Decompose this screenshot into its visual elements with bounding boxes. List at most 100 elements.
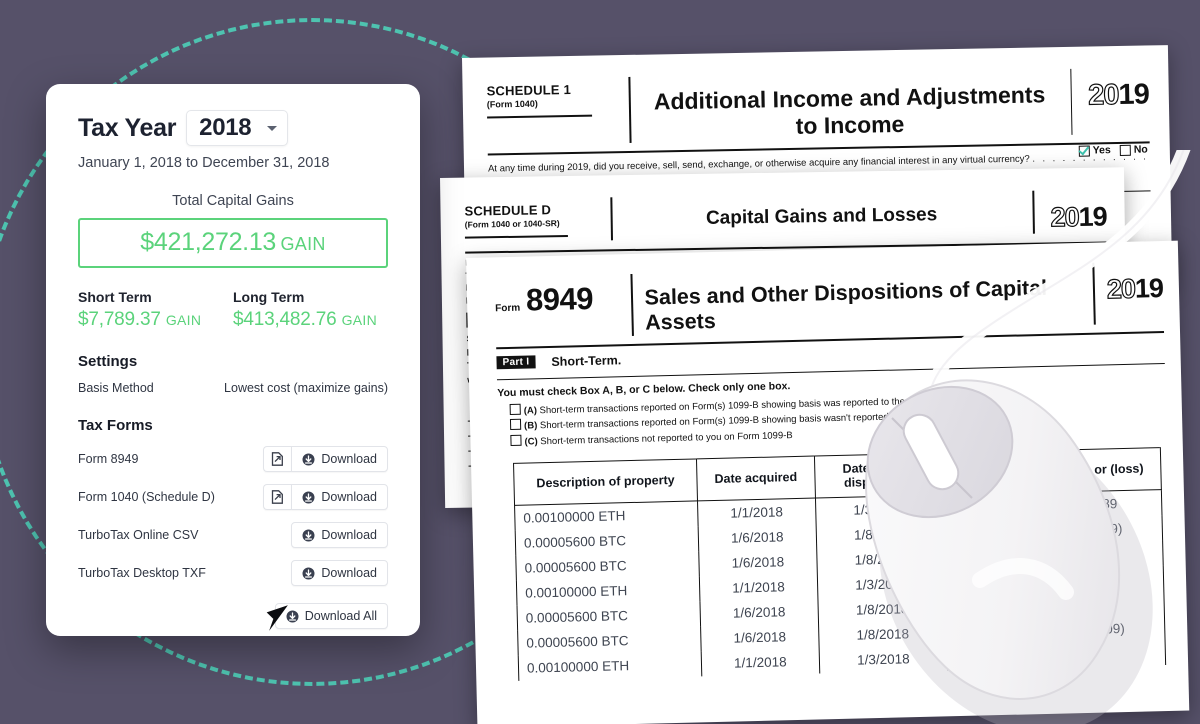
cell-proceeds: 0.86 — [944, 517, 1048, 545]
cell-date-acquired: 1/1/2018 — [697, 497, 816, 526]
chevron-down-icon — [267, 125, 278, 131]
cell-gain-loss — [1049, 639, 1166, 668]
tax-form-actions: Download — [263, 446, 388, 472]
download-icon — [302, 567, 315, 579]
cell-date-sold: 1/3/2018 — [815, 494, 945, 524]
schedule-d-name: SCHEDULE D — [464, 202, 552, 219]
form-8949-title: Sales and Other Dispositions of Capital … — [644, 275, 1048, 335]
col-date-acquired: Date acquired — [696, 455, 816, 501]
form-8949-form-word: Form — [495, 302, 521, 315]
schedule-d-title: Capital Gains and Losses — [705, 204, 938, 229]
cell-proceeds: 0.90 — [945, 567, 1049, 595]
short-term-value: $7,789.37 GAIN — [78, 309, 202, 330]
schedule-1-no-label: No — [1133, 143, 1148, 156]
form-8949-transactions-table: Description of property Date acquired Da… — [513, 447, 1166, 681]
cell-proceeds: 0.86 — [946, 617, 1050, 645]
schedule-1-name: SCHEDULE 1 — [486, 82, 572, 99]
document-arrow-icon — [272, 490, 284, 504]
total-capital-gains-box: $421,272.13 GAIN — [78, 218, 388, 268]
cell-gain-loss: (0.09) — [1046, 514, 1163, 543]
download-button[interactable]: Download — [291, 446, 388, 472]
cell-proceeds: 0.90 — [943, 491, 1047, 520]
schedule-1-yes-checkbox[interactable]: Yes — [1078, 144, 1111, 157]
download-icon — [302, 453, 315, 465]
cell-date-acquired: 1/6/2018 — [700, 598, 819, 626]
cell-description: 0.00100000 ETH — [518, 650, 702, 681]
total-capital-gains-tag: GAIN — [280, 234, 326, 254]
tax-form-actions: Download — [291, 560, 388, 586]
long-term-label: Long Term — [233, 289, 305, 305]
table-body: 0.00100000 ETH 1/1/2018 1/3/2018 0.90 0.… — [514, 489, 1166, 681]
cell-gain-loss — [1047, 539, 1164, 568]
settings-heading: Settings — [78, 353, 138, 370]
basis-method-value: Lowest cost (maximize gains) — [224, 381, 388, 395]
cell-date-acquired: 1/6/2018 — [698, 523, 817, 551]
canvas: SCHEDULE 1 (Form 1040) Additional Income… — [0, 0, 1200, 724]
schedule-1-year: 2019 — [1087, 78, 1150, 112]
col-description: Description of property — [513, 458, 698, 505]
col-gain-loss: Gain or (loss) — [1045, 447, 1162, 492]
download-button[interactable]: Download — [291, 560, 388, 586]
cell-gain-loss — [1048, 589, 1165, 618]
date-range: January 1, 2018 to December 31, 2018 — [78, 155, 330, 171]
tax-form-name: TurboTax Desktop TXF — [78, 566, 206, 580]
download-icon — [302, 529, 315, 541]
cell-proceeds: 0.90 — [947, 642, 1051, 670]
download-all-label: Download All — [304, 609, 377, 623]
schedule-1-form-ref: (Form 1040) — [486, 98, 538, 110]
preview-form-button[interactable] — [263, 446, 292, 472]
schedule-1-title: Additional Income and Adjustments to Inc… — [653, 81, 1046, 139]
download-button[interactable]: Download — [291, 484, 388, 510]
short-term-label: Short Term — [78, 289, 152, 305]
document-arrow-icon — [272, 452, 284, 466]
cell-date-sold: 1/8/2018 — [817, 594, 947, 624]
tax-forms-heading: Tax Forms — [78, 417, 153, 434]
checkbox-icon — [510, 434, 522, 446]
download-label: Download — [321, 566, 377, 580]
cell-proceeds: 0.86 — [944, 542, 1049, 570]
cell-gain-loss: 0.89 — [1046, 489, 1162, 518]
download-label: Download — [321, 528, 377, 542]
checkbox-icon — [509, 403, 521, 415]
total-capital-gains-label: Total Capital Gains — [172, 193, 294, 209]
tax-form-name: Form 1040 (Schedule D) — [78, 490, 215, 504]
schedule-d-year: 2019 — [1050, 201, 1107, 233]
cell-date-acquired: 1/6/2018 — [700, 623, 819, 651]
download-label: Download — [321, 452, 377, 466]
cell-date-sold: 1/8/2018 — [815, 519, 945, 549]
tax-form-actions: Download — [263, 484, 388, 510]
form-8949-part-badge: Part I — [496, 355, 536, 370]
cell-date-acquired: 1/1/2018 — [701, 647, 820, 676]
checkbox-icon — [1078, 145, 1090, 157]
download-icon — [302, 491, 315, 503]
download-label: Download — [321, 490, 377, 504]
tax-form-actions: Download — [291, 522, 388, 548]
form-8949-part-title: Short-Term. — [551, 352, 622, 369]
schedule-1-yes-label: Yes — [1092, 144, 1111, 157]
checkbox-icon — [1119, 144, 1131, 156]
preview-form-button[interactable] — [263, 484, 292, 510]
download-button[interactable]: Download — [291, 522, 388, 548]
long-term-block: Long Term $413,482.76 GAIN — [233, 289, 388, 331]
tax-year-value: 2018 — [199, 114, 252, 141]
cell-date-sold: 1/8/2018 — [816, 544, 946, 574]
cell-date-acquired: 1/6/2018 — [698, 548, 817, 576]
cell-gain-loss — [1048, 564, 1164, 593]
tax-form-name: Form 8949 — [78, 452, 139, 466]
term-breakdown: Short Term $7,789.37 GAIN Long Term $413… — [78, 289, 388, 331]
total-capital-gains-amount: $421,272.13 — [140, 228, 277, 256]
tax-form-row-turbotax-online-csv: TurboTax Online CSV Download — [78, 522, 388, 548]
tax-form-row-8949: Form 8949 Download — [78, 446, 388, 472]
form-8949-number: 8949 — [525, 280, 594, 318]
form-8949-year: 2019 — [1106, 272, 1164, 305]
basis-method-row: Basis Method Lowest cost (maximize gains… — [78, 381, 388, 395]
tax-year-select[interactable]: 2018 — [186, 110, 289, 146]
pointer-arrow-cursor — [266, 605, 288, 631]
download-all-row: Download All — [78, 603, 388, 629]
tax-form-row-1040-schedule-d: Form 1040 (Schedule D) Download — [78, 484, 388, 510]
schedule-1-no-checkbox[interactable]: No — [1119, 143, 1148, 156]
schedule-d-form-ref: (Form 1040 or 1040-SR) — [464, 218, 560, 230]
cell-date-sold: 1/8/2018 — [818, 619, 948, 648]
checkbox-icon — [509, 419, 522, 431]
basis-method-label: Basis Method — [78, 381, 154, 395]
